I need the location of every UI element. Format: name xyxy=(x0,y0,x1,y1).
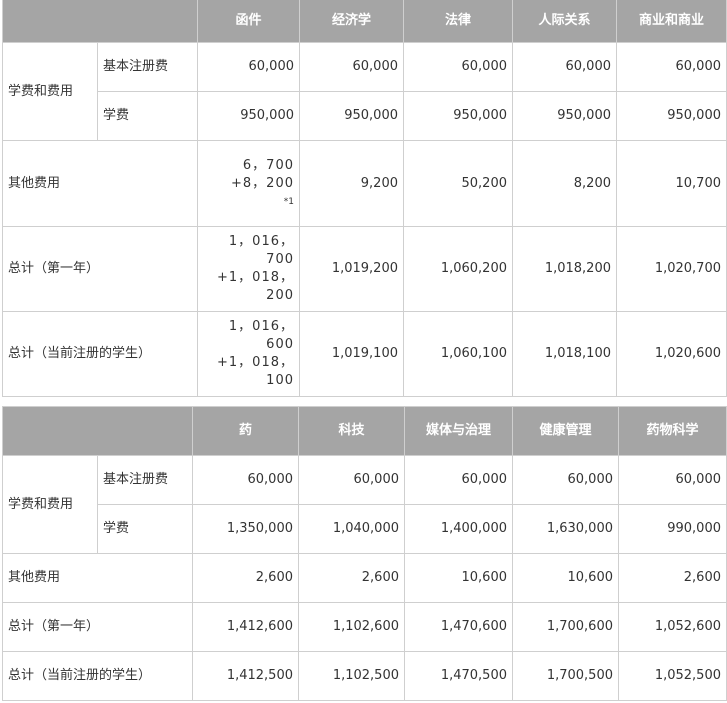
table-row: 总计（第一年） 1，016，700 +1，018， 200 1,019,200 … xyxy=(2,226,727,312)
table-header-row: 药 科技 媒体与治理 健康管理 药物科学 xyxy=(2,406,727,456)
column-header: 商业和商业 xyxy=(616,0,727,43)
row-label: 总计（第一年） xyxy=(2,602,193,652)
cell: 1,630,000 xyxy=(512,504,619,554)
cell: 1,019,200 xyxy=(299,226,404,312)
row-group-label: 学费和费用 xyxy=(2,42,98,141)
row-label: 总计（当前注册的学生） xyxy=(2,651,193,701)
cell: 1,400,000 xyxy=(404,504,513,554)
cell: 60,000 xyxy=(192,455,299,505)
cell: 950,000 xyxy=(299,91,404,141)
cell: 2,600 xyxy=(192,553,299,603)
footnote-marker: *1 xyxy=(283,196,294,207)
cell: 9,200 xyxy=(299,140,404,227)
cell: 1,350,000 xyxy=(192,504,299,554)
cell: 1,020,700 xyxy=(616,226,727,312)
column-header: 药 xyxy=(192,406,299,456)
cell: 60,000 xyxy=(512,455,619,505)
row-label: 基本注册费 xyxy=(97,42,198,92)
cell-multiline: 6，700 +8，200 *1 xyxy=(197,140,300,227)
cell: 60,000 xyxy=(299,42,404,92)
cell: 10,600 xyxy=(404,553,513,603)
cell: 2,600 xyxy=(618,553,727,603)
cell: 1,470,500 xyxy=(404,651,513,701)
header-corner xyxy=(2,0,198,43)
cell: 1,040,000 xyxy=(298,504,405,554)
cell: 1,019,100 xyxy=(299,311,404,397)
row-label: 学费 xyxy=(97,504,193,554)
cell: 60,000 xyxy=(298,455,405,505)
table-row: 其他费用 2,600 2,600 10,600 10,600 2,600 xyxy=(2,553,727,603)
cell: 1,052,500 xyxy=(618,651,727,701)
column-header: 媒体与治理 xyxy=(404,406,513,456)
cell-line: +8，200 xyxy=(231,175,294,191)
cell: 60,000 xyxy=(403,42,513,92)
row-label: 基本注册费 xyxy=(97,455,193,505)
row-group-label: 学费和费用 xyxy=(2,455,98,554)
cell: 1,018,200 xyxy=(512,226,617,312)
column-header: 法律 xyxy=(403,0,513,43)
row-label: 总计（第一年） xyxy=(2,226,198,312)
table-row: 总计（当前注册的学生） 1,412,500 1,102,500 1,470,50… xyxy=(2,651,727,701)
header-corner xyxy=(2,406,193,456)
cell-line: 200 xyxy=(266,288,294,303)
row-label: 其他费用 xyxy=(2,140,198,227)
cell: 1,052,600 xyxy=(618,602,727,652)
row-label: 学费 xyxy=(97,91,198,141)
cell: 10,600 xyxy=(512,553,619,603)
table-header-row: 函件 经济学 法律 人际关系 商业和商业 xyxy=(2,0,727,43)
cell: 60,000 xyxy=(616,42,727,92)
cell: 60,000 xyxy=(618,455,727,505)
cell: 1,700,500 xyxy=(512,651,619,701)
table-row: 其他费用 6，700 +8，200 *1 9,200 50,200 8,200 … xyxy=(2,140,727,227)
cell: 8,200 xyxy=(512,140,617,227)
cell: 1,700,600 xyxy=(512,602,619,652)
table-row: 学费 950,000 950,000 950,000 950,000 950,0… xyxy=(3,91,727,141)
cell: 950,000 xyxy=(616,91,727,141)
cell-multiline: 1，016，700 +1，018， 200 xyxy=(197,226,300,312)
cell: 950,000 xyxy=(512,91,617,141)
table-row: 总计（当前注册的学生） 1，016，600 +1，018，100 1,019,1… xyxy=(2,311,727,397)
cell: 950,000 xyxy=(197,91,300,141)
column-header: 经济学 xyxy=(299,0,404,43)
cell: 1,060,100 xyxy=(403,311,513,397)
table-row: 总计（第一年） 1,412,600 1,102,600 1,470,600 1,… xyxy=(2,602,727,652)
table-row: 学费 1,350,000 1,040,000 1,400,000 1,630,0… xyxy=(3,504,727,554)
cell: 990,000 xyxy=(618,504,727,554)
cell-multiline: 1，016，600 +1，018，100 xyxy=(197,311,300,397)
cell: 10,700 xyxy=(616,140,727,227)
column-header: 药物科学 xyxy=(618,406,727,456)
cell: 1,018,100 xyxy=(512,311,617,397)
cell: 1,470,600 xyxy=(404,602,513,652)
cell: 50,200 xyxy=(403,140,513,227)
cell-line: 6，700 xyxy=(242,157,294,173)
row-label: 总计（当前注册的学生） xyxy=(2,311,198,397)
cell: 1,060,200 xyxy=(403,226,513,312)
cell-line: 1，016，700 xyxy=(228,234,294,267)
cell-line: +1，018，100 xyxy=(217,355,294,388)
table-row: 学费和费用 基本注册费 60,000 60,000 60,000 60,000 … xyxy=(2,455,727,554)
column-header: 科技 xyxy=(298,406,405,456)
table-row: 学费和费用 基本注册费 60,000 60,000 60,000 60,000 … xyxy=(2,42,727,141)
row-label: 其他费用 xyxy=(2,553,193,603)
cell-line: 1，016，600 xyxy=(228,319,294,352)
cell: 2,600 xyxy=(298,553,405,603)
cell: 1,412,500 xyxy=(192,651,299,701)
cell: 60,000 xyxy=(404,455,513,505)
cell: 1,102,500 xyxy=(298,651,405,701)
cell: 60,000 xyxy=(512,42,617,92)
fee-table-2: 药 科技 媒体与治理 健康管理 药物科学 学费和费用 基本注册费 60,000 … xyxy=(2,406,727,701)
cell: 1,020,600 xyxy=(616,311,727,397)
cell: 1,412,600 xyxy=(192,602,299,652)
cell: 1,102,600 xyxy=(298,602,405,652)
cell: 950,000 xyxy=(403,91,513,141)
column-header: 函件 xyxy=(197,0,300,43)
fee-table-1: 函件 经济学 法律 人际关系 商业和商业 学费和费用 基本注册费 60,000 … xyxy=(2,0,727,397)
cell: 60,000 xyxy=(197,42,300,92)
cell-line: +1，018， xyxy=(217,270,294,285)
column-header: 人际关系 xyxy=(512,0,617,43)
column-header: 健康管理 xyxy=(512,406,619,456)
